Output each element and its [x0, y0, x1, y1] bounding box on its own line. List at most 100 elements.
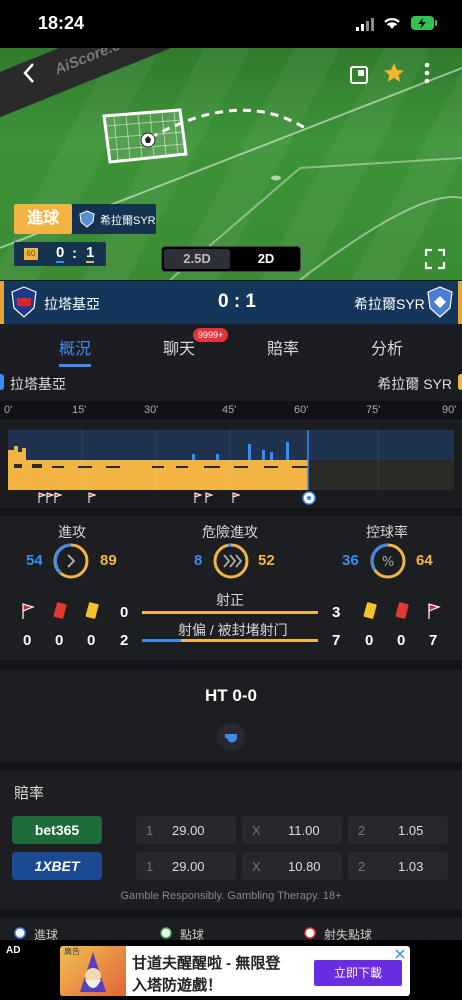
bookmaker-bet365[interactable]: bet365 — [12, 816, 102, 844]
odds-col-label: X — [252, 859, 261, 874]
odds-away-cell[interactable]: 2 1.05 — [348, 816, 448, 844]
danger-ring — [213, 543, 249, 579]
odds-value: 29.00 — [172, 823, 205, 838]
away-team-logo — [427, 286, 453, 318]
match-animation[interactable]: AiScore.com AiScore.com 進球 希拉爾SYR 60 0 — [0, 48, 462, 280]
danger-label: 危險進攻 — [202, 524, 258, 540]
star-icon — [384, 63, 404, 82]
away-red-cards: 0 — [397, 632, 406, 649]
odds-title: 賠率 — [14, 785, 45, 802]
away-corners: 7 — [429, 632, 438, 649]
home-yellow-cards: 0 — [87, 632, 96, 649]
shots-on-bar — [142, 611, 318, 614]
home-marker — [0, 374, 4, 390]
odds-home-cell[interactable]: 1 29.00 — [136, 816, 236, 844]
view-25d-button[interactable]: 2.5D — [164, 249, 230, 269]
tab-active-indicator — [59, 364, 91, 367]
attack-label: 進攻 — [58, 524, 86, 540]
odds-col-label: 1 — [146, 859, 154, 874]
battery-icon — [411, 16, 437, 30]
tab-chat[interactable]: 聊天 — [163, 335, 195, 359]
yellow-card-icon — [85, 602, 99, 619]
screen-toggle-button[interactable] — [349, 65, 369, 85]
halftime-block: HT 0-0 — [0, 670, 462, 762]
momentum-timeline: 拉塔基亞 希拉爾 SYR 0' 15' 30' 45' 60' 75' 90' — [0, 368, 462, 508]
penalty-icon — [160, 927, 172, 939]
odds-col-label: X — [252, 823, 261, 838]
view-2d-button[interactable]: 2D — [234, 249, 298, 269]
goal-event-banner: 進球 希拉爾SYR — [14, 204, 156, 234]
danger-away: 52 — [258, 552, 275, 569]
ad-download-button[interactable]: 立即下載 — [314, 960, 402, 986]
odds-away-cell[interactable]: 2 1.03 — [348, 852, 448, 880]
bookmaker-name: 1XBET — [34, 858, 80, 874]
possession-ring: % — [370, 543, 406, 579]
odds-value: 1.03 — [398, 859, 424, 874]
away-team-name[interactable]: 希拉爾SYR — [354, 294, 425, 314]
home-red-cards: 0 — [55, 632, 64, 649]
tick-label: 30' — [144, 404, 159, 416]
ball-icon — [140, 132, 156, 148]
chevron-left-icon — [23, 63, 34, 83]
ad-info-icon[interactable] — [394, 948, 406, 960]
odds-value: 1.05 — [398, 823, 424, 838]
view-switch: 2.5D 2D — [161, 246, 301, 272]
odds-home-cell[interactable]: 1 29.00 — [136, 852, 236, 880]
goal-icon — [14, 927, 26, 939]
tick-label: 15' — [72, 404, 87, 416]
status-bar: 18:24 — [0, 0, 462, 48]
bookmaker-name: bet365 — [34, 822, 80, 838]
shots-off-home: 2 — [120, 632, 129, 649]
minute-badge: 60 — [24, 248, 38, 260]
corner-flag-icon — [38, 492, 63, 503]
live-score-box: 60 0 : 1 — [14, 242, 106, 266]
odds-value: 11.00 — [288, 823, 320, 838]
shots-off-label: 射偏 / 被封堵射门 — [178, 622, 288, 638]
missed-penalty-icon — [304, 927, 316, 939]
possession-home: 36 — [342, 552, 359, 569]
goal-ball-icon — [302, 491, 316, 505]
odds-value: 10.80 — [288, 859, 321, 874]
corner-flag-icon — [88, 492, 96, 503]
attack-away: 89 — [100, 552, 117, 569]
possession-label: 控球率 — [366, 524, 408, 540]
shots-off-home-fill — [142, 639, 181, 642]
tab-overview[interactable]: 概況 — [59, 335, 91, 359]
bookmaker-1xbet[interactable]: 1XBET — [12, 852, 102, 880]
attack-home: 54 — [26, 552, 43, 569]
more-button[interactable] — [420, 61, 434, 85]
tick-label: 60' — [294, 404, 309, 416]
square-icon — [350, 66, 368, 84]
attack-ring — [53, 543, 89, 579]
scoreboard: 拉塔基亞 0 : 1 希拉爾SYR — [0, 281, 462, 324]
ad-banner[interactable]: AD 廣告 甘道夫醒醒啦 - 無限登 入塔防遊戲！ 立即下載 — [0, 940, 462, 1000]
whistle-icon — [217, 723, 245, 751]
gambling-disclaimer[interactable]: Gamble Responsibly. Gambling Therapy. 18… — [0, 890, 462, 902]
danger-home: 8 — [194, 552, 203, 569]
tab-odds[interactable]: 賠率 — [267, 335, 299, 359]
odds-draw-cell[interactable]: X 10.80 — [242, 852, 342, 880]
svg-text:%: % — [382, 555, 394, 570]
tick-label: 90' — [442, 404, 457, 416]
odds-section: 賠率 bet365 1 29.00 X 11.00 2 1.05 1XBET 1… — [0, 770, 462, 910]
fullscreen-icon — [424, 248, 446, 270]
ad-creative[interactable]: 廣告 甘道夫醒醒啦 - 無限登 入塔防遊戲！ 立即下載 — [60, 946, 410, 996]
live-home-score: 0 — [56, 244, 65, 263]
match-stats: 進攻 54 89 危險進攻 8 52 控球率 36 % 64 0 射正 3 0 … — [0, 516, 462, 660]
back-button[interactable] — [18, 60, 42, 86]
corner-flag-icon — [232, 492, 240, 503]
more-vertical-icon — [424, 62, 430, 84]
favorite-button[interactable] — [382, 61, 406, 85]
wifi-icon — [384, 18, 400, 29]
shots-off-away: 7 — [332, 632, 341, 649]
odds-draw-cell[interactable]: X 11.00 — [242, 816, 342, 844]
fullscreen-button[interactable] — [424, 248, 446, 270]
odds-col-label: 2 — [358, 859, 366, 874]
tab-analysis[interactable]: 分析 — [371, 335, 403, 359]
home-team-name[interactable]: 拉塔基亞 — [44, 294, 100, 314]
ad-line-2: 入塔防遊戲！ — [132, 977, 223, 994]
shots-on-away: 3 — [332, 604, 341, 621]
team-crest-icon — [79, 210, 95, 228]
timeline-home-team: 拉塔基亞 — [10, 376, 66, 392]
corner-icon — [22, 603, 35, 619]
